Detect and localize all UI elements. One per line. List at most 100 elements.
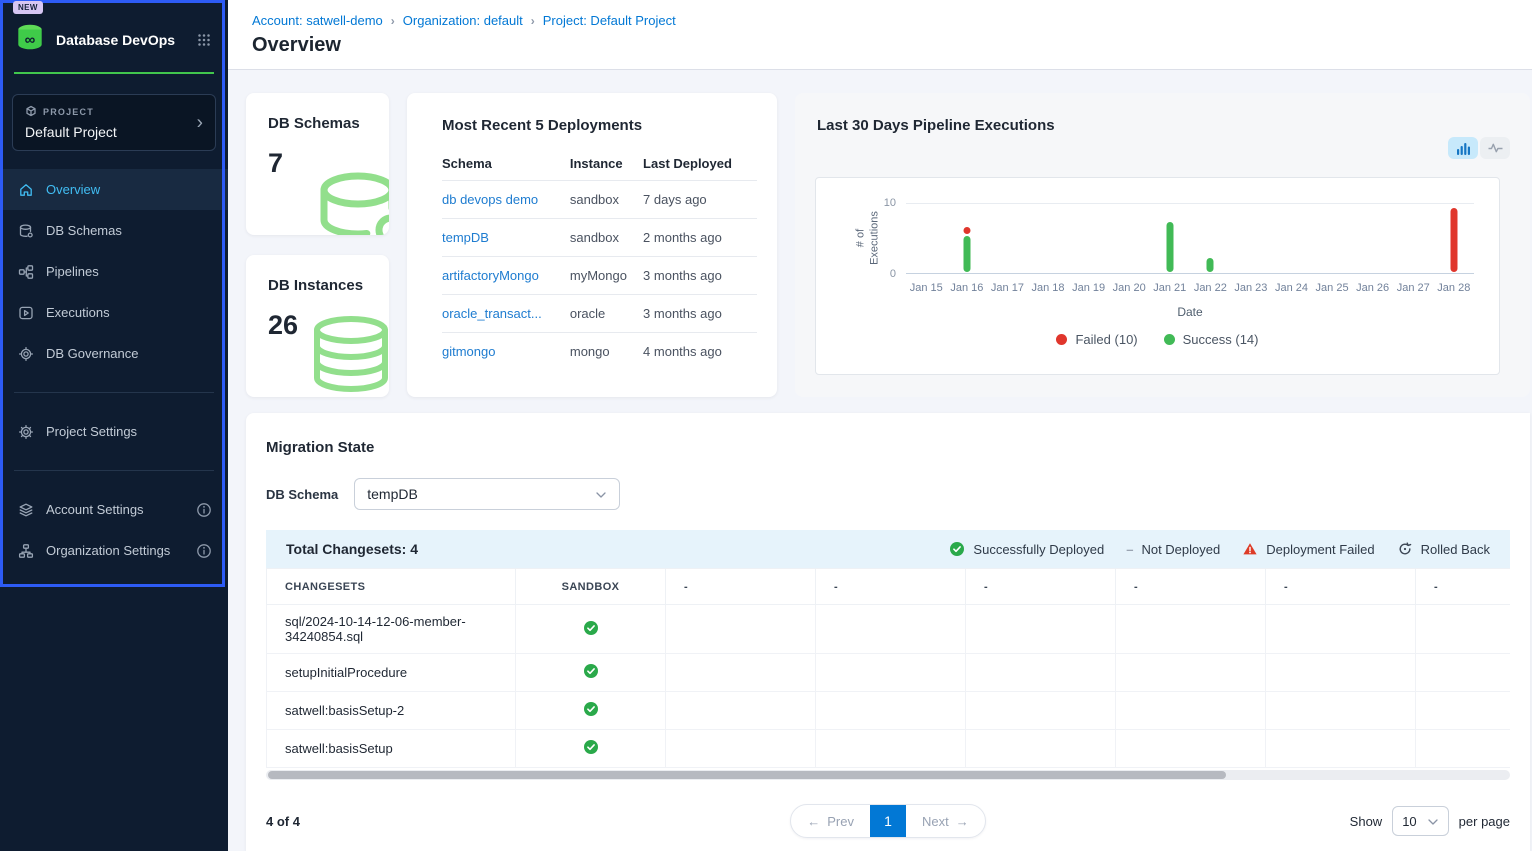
changeset-row: sql/2024-10-14-12-06-member-34240854.sql (267, 605, 1511, 654)
module-grid-icon[interactable] (196, 32, 212, 48)
project-selector[interactable]: PROJECT Default Project › (12, 94, 216, 151)
sidebar-item-organization-settings[interactable]: Organization Settings (0, 530, 228, 571)
dash-icon: – (1126, 542, 1133, 557)
x-tick-label: Jan 27 (1393, 282, 1434, 294)
chevron-down-icon (593, 487, 607, 501)
schema-link[interactable]: db devops demo (442, 192, 538, 207)
deployments-table: SchemaInstanceLast Deployed db devops de… (442, 146, 757, 370)
chevron-right-icon: › (197, 113, 203, 132)
status-legend-label: Deployment Failed (1266, 542, 1374, 557)
sidebar-item-project-settings[interactable]: Project Settings (0, 411, 228, 452)
next-page-button[interactable]: Next → (906, 805, 985, 837)
page-title: Overview (252, 34, 1508, 57)
instance-cell: sandbox (570, 181, 643, 219)
changeset-name: sql/2024-10-14-12-06-member-34240854.sql (267, 605, 516, 654)
schema-link[interactable]: artifactoryMongo (442, 268, 539, 283)
breadcrumb-separator: › (531, 14, 535, 28)
empty-status-cell (966, 605, 1116, 654)
empty-status-cell (966, 730, 1116, 768)
stat-label: DB Instances (268, 277, 389, 294)
x-tick-label: Jan 16 (947, 282, 988, 294)
chart-bar-group (1393, 204, 1434, 273)
deployment-row: tempDBsandbox2 months ago (442, 219, 757, 257)
plot-area (906, 203, 1474, 274)
y-axis-label: # ofExecutions (854, 211, 882, 265)
sidebar-item-account-settings[interactable]: Account Settings (0, 489, 228, 530)
sidebar-item-executions[interactable]: Executions (0, 292, 228, 333)
empty-status-cell (1266, 692, 1416, 730)
sidebar-item-pipelines[interactable]: Pipelines (0, 251, 228, 292)
project-selector-value: Default Project (25, 124, 203, 140)
svg-text:∞: ∞ (25, 32, 36, 49)
warning-triangle-icon (1242, 541, 1258, 557)
chart-bar-group (1231, 204, 1272, 273)
sidebar-item-label: Organization Settings (46, 543, 170, 558)
x-tick-label: Jan 17 (987, 282, 1028, 294)
column-header: - (666, 569, 816, 605)
arrow-right-icon: → (956, 814, 969, 829)
chart-bar-group (1434, 204, 1475, 273)
chart-bar-group (1312, 204, 1353, 273)
cube-icon (25, 105, 37, 119)
sidebar-item-db-governance[interactable]: DB Governance (0, 333, 228, 374)
bar-failed (963, 227, 970, 234)
check-circle-icon (583, 624, 599, 639)
empty-status-cell (966, 692, 1116, 730)
sidebar-divider (14, 470, 214, 471)
empty-status-cell (1116, 654, 1266, 692)
page-size-select[interactable]: 10 (1392, 806, 1448, 836)
bar-failed (1450, 208, 1457, 272)
changeset-name: satwell:basisSetup (267, 730, 516, 768)
sidebar-item-overview[interactable]: Overview (0, 169, 228, 210)
chart-bar-group (947, 204, 988, 273)
db-schemas-card[interactable]: DB Schemas 7 (246, 93, 389, 235)
schema-link[interactable]: tempDB (442, 230, 489, 245)
database-icon (303, 168, 389, 235)
empty-status-cell (816, 730, 966, 768)
status-legend-label: Not Deployed (1141, 542, 1220, 557)
changeset-row: satwell:basisSetup-2 (267, 692, 1511, 730)
pager: ← Prev 1 Next → (790, 804, 985, 838)
instance-cell: mongo (570, 333, 643, 371)
column-header: - (1116, 569, 1266, 605)
info-icon[interactable] (196, 543, 212, 559)
info-icon[interactable] (196, 502, 212, 518)
instance-cell: myMongo (570, 257, 643, 295)
recent-deployments-card: Most Recent 5 Deployments SchemaInstance… (407, 93, 777, 397)
sidebar-item-label: Account Settings (46, 502, 144, 517)
status-legend-label: Rolled Back (1421, 542, 1490, 557)
x-tick-label: Jan 22 (1190, 282, 1231, 294)
breadcrumb-link[interactable]: Project: Default Project (543, 13, 676, 28)
column-header: CHANGESETS (267, 569, 516, 605)
db-instances-card[interactable]: DB Instances 26 (246, 255, 389, 397)
prev-page-button[interactable]: ← Prev (791, 805, 870, 837)
chart-bar-group (1149, 204, 1190, 273)
empty-status-cell (666, 730, 816, 768)
column-header: Last Deployed (643, 146, 757, 181)
chart-bar-group (1352, 204, 1393, 273)
chart-bar-group (1028, 204, 1069, 273)
sidebar-item-label: DB Governance (46, 346, 139, 361)
schema-link[interactable]: gitmongo (442, 344, 495, 359)
legend-dot-icon (1164, 334, 1175, 345)
last-deployed-cell: 2 months ago (643, 219, 757, 257)
empty-status-cell (666, 654, 816, 692)
legend-item: Failed (10) (1056, 332, 1137, 347)
empty-status-cell (1416, 605, 1511, 654)
breadcrumb-link[interactable]: Account: satwell-demo (252, 13, 383, 28)
line-chart-icon[interactable] (1480, 137, 1510, 159)
schema-link[interactable]: oracle_transact... (442, 306, 542, 321)
top-header: Account: satwell-demo › Organization: defa… (228, 0, 1532, 70)
sidebar: NEW ∞ Database DevOps PROJECT Default Pr… (0, 0, 228, 851)
rollback-icon (1397, 541, 1413, 557)
db-schema-select[interactable]: tempDB (354, 478, 620, 510)
instance-cell: oracle (570, 295, 643, 333)
bar-chart-icon[interactable] (1448, 137, 1478, 159)
page-number-button[interactable]: 1 (870, 804, 906, 838)
scrollbar-thumb[interactable] (268, 771, 1226, 779)
x-tick-label: Jan 15 (906, 282, 947, 294)
breadcrumb-link[interactable]: Organization: default (403, 13, 523, 28)
sidebar-item-db-schemas[interactable]: DB Schemas (0, 210, 228, 251)
column-header: - (1416, 569, 1511, 605)
x-tick-label: Jan 26 (1352, 282, 1393, 294)
